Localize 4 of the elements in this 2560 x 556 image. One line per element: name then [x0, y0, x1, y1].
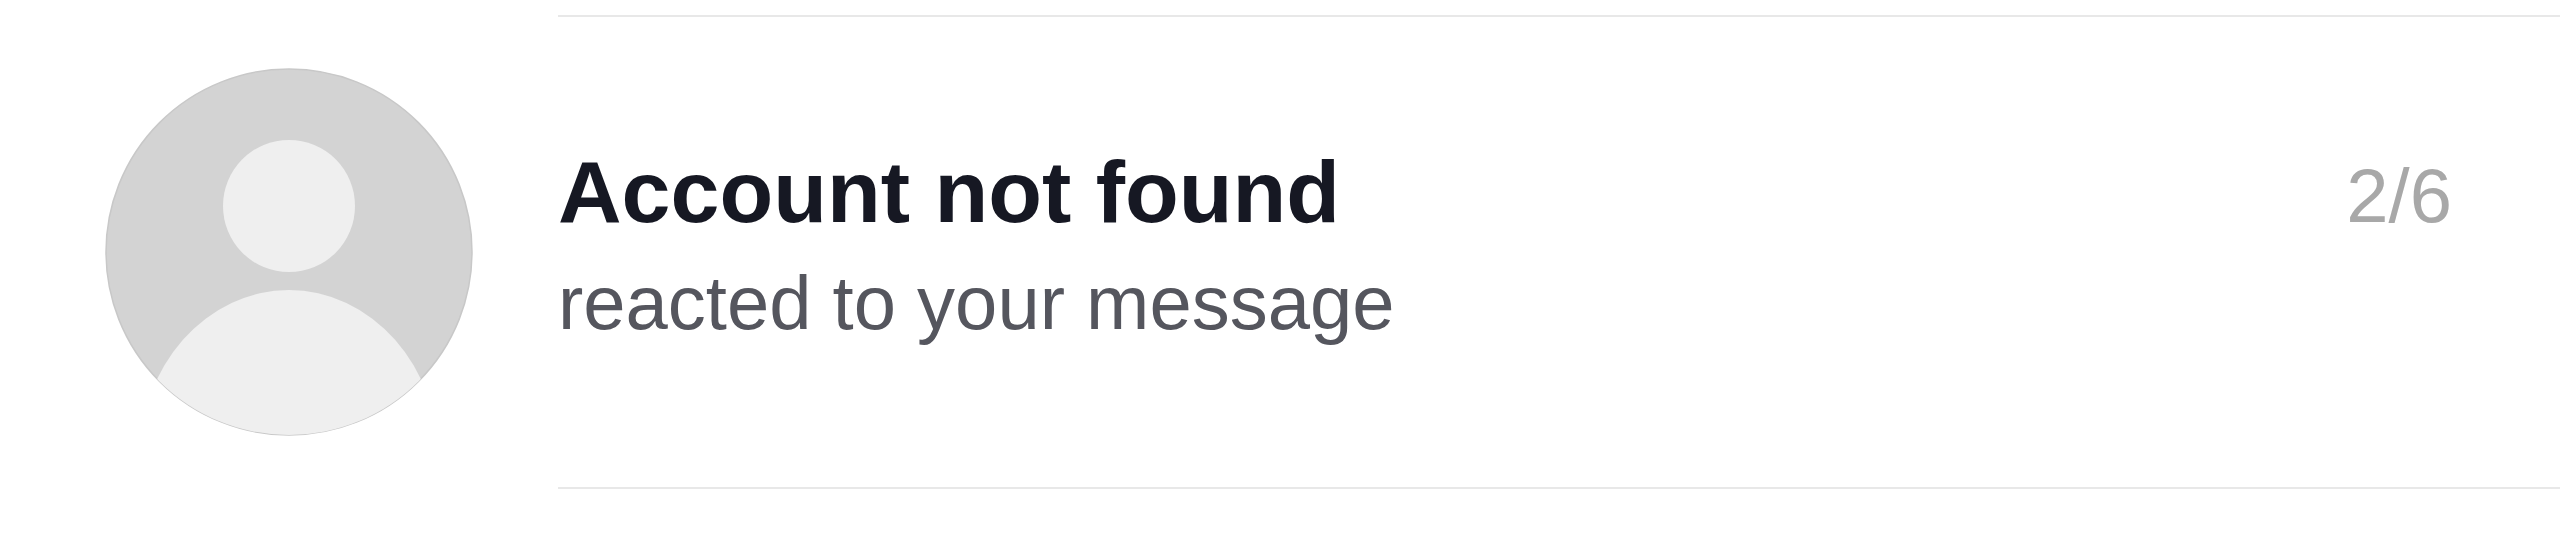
message-preview: reacted to your message [558, 258, 1396, 346]
account-name: Account not found [558, 140, 1341, 243]
avatar-icon [105, 68, 473, 436]
counter: 2/6 [2346, 151, 2452, 239]
